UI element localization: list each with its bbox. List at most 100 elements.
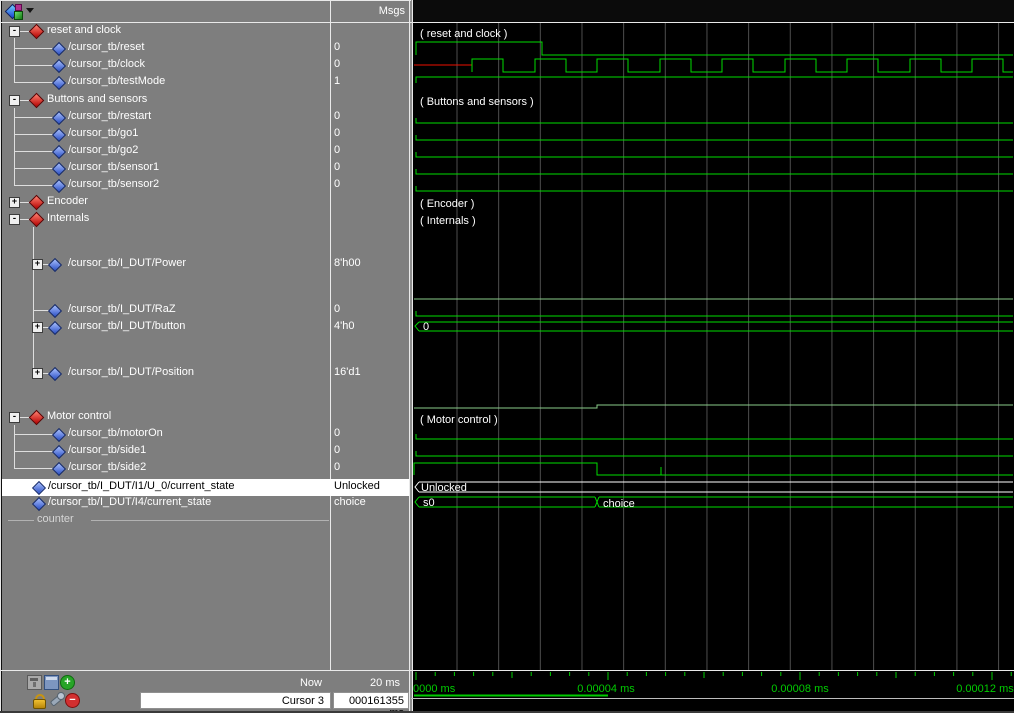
signal-row--cursor-tb-i-dut-raz[interactable]: /cursor_tb/I_DUT/RaZ (68, 303, 176, 315)
wave-button-open (415, 322, 419, 331)
timeline-label: 0.00004 ms (577, 683, 635, 695)
cursor-name-field[interactable]: Cursor 3 (140, 692, 331, 709)
wave-u0-state-open (415, 482, 419, 492)
tree-connector (14, 451, 53, 452)
wave-reset (416, 42, 1013, 55)
signal-diamond-icon (48, 367, 62, 381)
wave-header-strip (413, 0, 1014, 22)
tree-line (14, 38, 15, 82)
cursor-time-field[interactable]: 000161355 ms (333, 692, 409, 709)
wave-window: Msgs -reset and clock/cursor_tb/reset0/c… (0, 0, 1014, 713)
signal-value: 0 (334, 178, 340, 190)
signal-diamond-icon (52, 162, 66, 176)
signal-diamond-icon (52, 128, 66, 142)
signal-row--cursor-tb-go1[interactable]: /cursor_tb/go1 (68, 127, 138, 139)
wrench-icon[interactable] (49, 692, 63, 706)
delete-cursor-icon[interactable]: − (65, 693, 80, 708)
signal-row--cursor-tb-side1[interactable]: /cursor_tb/side1 (68, 444, 146, 456)
signal-row--cursor-tb-side2[interactable]: /cursor_tb/side2 (68, 461, 146, 473)
tree-connector (14, 151, 53, 152)
collapse-icon[interactable]: - (9, 26, 20, 37)
tree-connector (14, 134, 53, 135)
group-diamond-icon (29, 410, 45, 426)
lock-icon[interactable] (33, 693, 45, 707)
wave-group-label: ( Internals ) (420, 215, 476, 227)
signal-diamond-icon (52, 445, 66, 459)
group-row-motor-control[interactable]: Motor control (47, 410, 111, 422)
signal-value: 0 (334, 41, 340, 53)
signal-diamond-icon (52, 179, 66, 193)
signal-value: 8'h00 (334, 257, 361, 269)
signal-diamond-icon (48, 258, 62, 272)
wave-go1 (416, 135, 1013, 140)
signal-row--cursor-tb-sensor1[interactable]: /cursor_tb/sensor1 (68, 161, 159, 173)
expand-icon[interactable]: + (32, 259, 43, 270)
wave-group-label: ( Encoder ) (420, 198, 474, 210)
wave-group-label: ( reset and clock ) (420, 28, 507, 40)
wave-position-analog (414, 405, 1013, 408)
group-row-buttons-and-sensors[interactable]: Buttons and sensors (47, 93, 147, 105)
tree-connector (14, 168, 53, 169)
group-row-reset-and-clock[interactable]: reset and clock (47, 24, 121, 36)
wave-raz (416, 311, 1013, 316)
tree-connector (14, 48, 53, 49)
signal-diamond-icon (32, 497, 46, 511)
tree-line (14, 108, 15, 185)
wave-group-label: ( Motor control ) (420, 414, 498, 426)
wave-value-text: Unlocked (421, 482, 467, 494)
wave-i4-state-open (415, 497, 419, 507)
signal-value: 0 (334, 427, 340, 439)
wave-group-label: ( Buttons and sensors ) (420, 96, 534, 108)
signal-value: 1 (334, 75, 340, 87)
collapse-icon[interactable]: - (9, 412, 20, 423)
group-row-internals[interactable]: Internals (47, 212, 89, 224)
signal-diamond-icon (52, 76, 66, 90)
signal-row--cursor-tb-i-dut-i1-u-0-current-state[interactable]: /cursor_tb/I_DUT/I1/U_0/current_state (48, 480, 234, 492)
expanded-time-icon[interactable] (27, 675, 42, 690)
group-diamond-icon (29, 24, 45, 40)
signal-row--cursor-tb-i-dut-power[interactable]: /cursor_tb/I_DUT/Power (68, 257, 186, 269)
now-value: 20 ms (334, 677, 400, 689)
wave-value-text: s0 (423, 497, 435, 509)
signal-value: choice (334, 496, 366, 508)
divider-line (91, 520, 330, 521)
signal-value: 0 (334, 58, 340, 70)
add-cursor-icon[interactable]: + (60, 675, 75, 690)
signal-value: 16'd1 (334, 366, 361, 378)
collapse-icon[interactable]: - (9, 95, 20, 106)
tree-connector (14, 117, 53, 118)
signal-row--cursor-tb-go2[interactable]: /cursor_tb/go2 (68, 144, 138, 156)
timeline-label: 0000 ms (413, 683, 456, 695)
wave-sensor1 (416, 169, 1013, 174)
messages-window-icon[interactable] (44, 675, 59, 690)
signal-row--cursor-tb-i-dut-i4-current-state[interactable]: /cursor_tb/I_DUT/I4/current_state (48, 496, 211, 508)
signal-diamond-icon (52, 42, 66, 56)
signal-row--cursor-tb-clock[interactable]: /cursor_tb/clock (68, 58, 145, 70)
signal-diamond-icon (52, 145, 66, 159)
signal-row--cursor-tb-motoron[interactable]: /cursor_tb/motorOn (68, 427, 163, 439)
expand-icon[interactable]: + (32, 322, 43, 333)
signal-row--cursor-tb-reset[interactable]: /cursor_tb/reset (68, 41, 144, 53)
expand-icon[interactable]: + (32, 368, 43, 379)
wave-motorOn (416, 434, 1013, 439)
signal-row--cursor-tb-i-dut-position[interactable]: /cursor_tb/I_DUT/Position (68, 366, 194, 378)
now-label: Now (182, 677, 322, 689)
signal-diamond-icon (52, 428, 66, 442)
tree-connector (14, 185, 53, 186)
timeline-ruler[interactable]: 0000 ms0.00004 ms0.00008 ms0.00012 ms (413, 671, 1014, 698)
tree-connector (14, 65, 53, 66)
signal-value: 0 (334, 127, 340, 139)
signal-value: 0 (334, 161, 340, 173)
signal-value: Unlocked (334, 480, 380, 492)
tree-line (14, 425, 15, 468)
signal-row--cursor-tb-sensor2[interactable]: /cursor_tb/sensor2 (68, 178, 159, 190)
waveform-canvas[interactable]: ( reset and clock ) ( Buttons and sensors… (413, 22, 1014, 671)
signal-row--cursor-tb-testmode[interactable]: /cursor_tb/testMode (68, 75, 165, 87)
signal-value: 0 (334, 144, 340, 156)
expand-icon[interactable]: + (9, 197, 20, 208)
signal-diamond-icon (52, 59, 66, 73)
signal-row--cursor-tb-i-dut-button[interactable]: /cursor_tb/I_DUT/button (68, 320, 185, 332)
signal-row--cursor-tb-restart[interactable]: /cursor_tb/restart (68, 110, 151, 122)
collapse-icon[interactable]: - (9, 214, 20, 225)
group-row-encoder[interactable]: Encoder (47, 195, 88, 207)
